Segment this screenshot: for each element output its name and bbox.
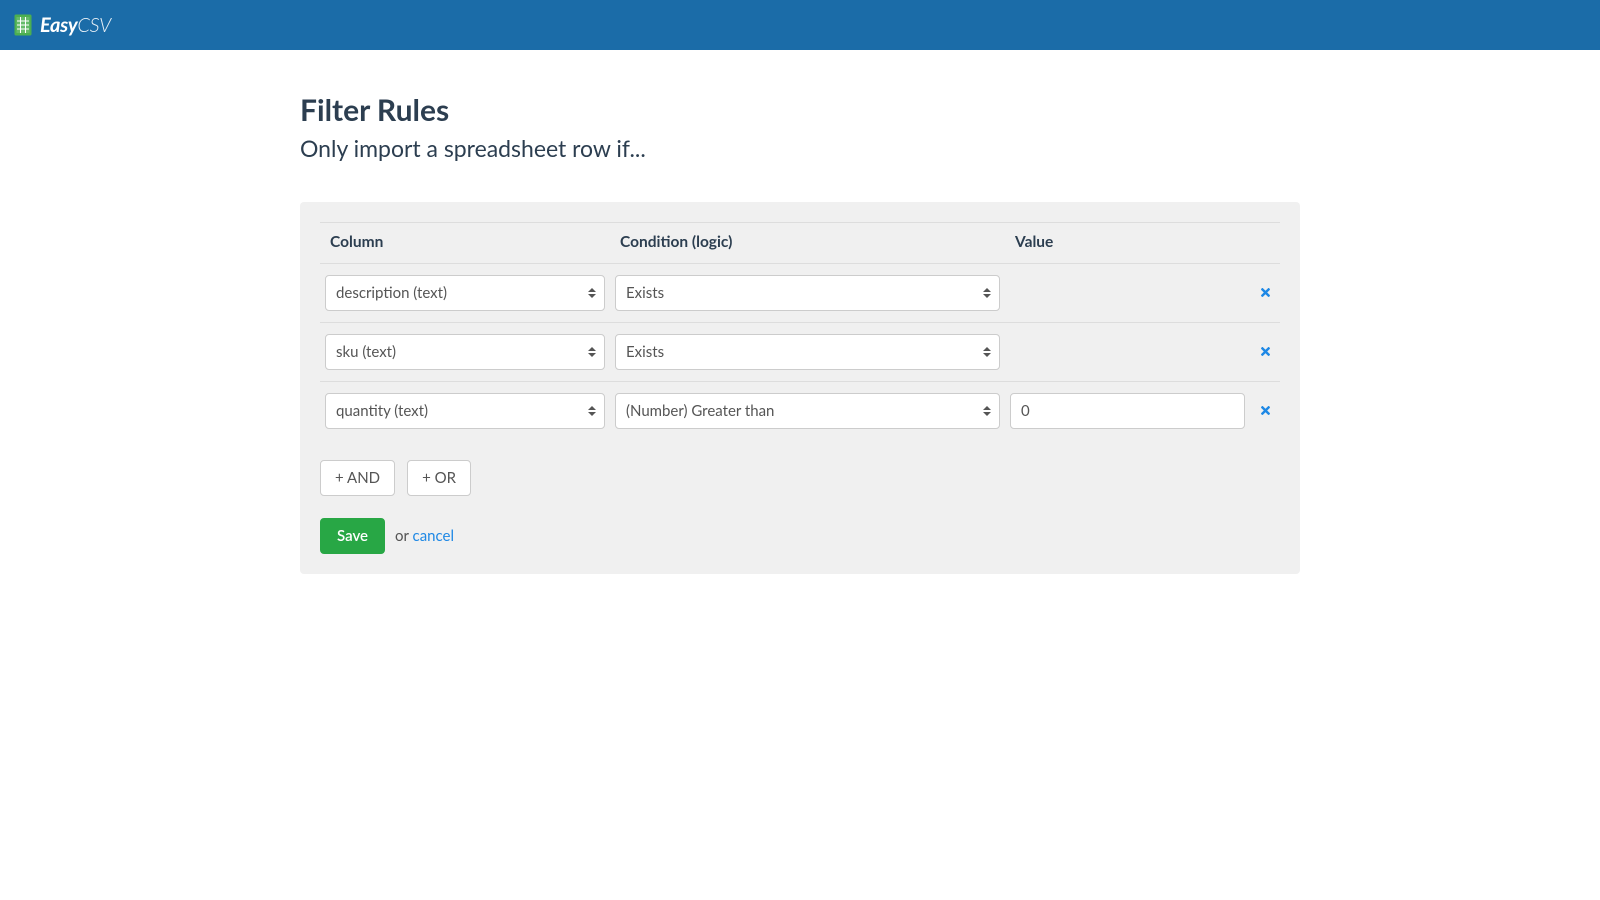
logo-text: EasyCSV xyxy=(40,13,111,37)
close-icon xyxy=(1259,404,1272,417)
column-header-condition: Condition (logic) xyxy=(610,223,1005,264)
chevron-updown-icon xyxy=(983,286,991,300)
or-cancel-text: or cancel xyxy=(395,527,454,545)
column-header-action xyxy=(1250,223,1280,264)
condition-select-value: Exists xyxy=(626,284,664,302)
logo[interactable]: EasyCSV xyxy=(14,13,111,37)
save-button[interactable]: Save xyxy=(320,518,385,554)
close-icon xyxy=(1259,345,1272,358)
delete-rule-button[interactable] xyxy=(1259,404,1272,417)
chevron-updown-icon xyxy=(588,404,596,418)
app-header: EasyCSV xyxy=(0,0,1600,50)
add-or-button[interactable]: + OR xyxy=(407,460,471,496)
column-select[interactable]: sku (text) xyxy=(325,334,605,370)
condition-select[interactable]: Exists xyxy=(615,275,1000,311)
condition-select[interactable]: Exists xyxy=(615,334,1000,370)
rule-row: quantity (text) (Number) Greater than xyxy=(320,382,1280,441)
column-select-value: sku (text) xyxy=(336,343,396,361)
form-actions: Save or cancel xyxy=(320,518,1280,554)
add-and-button[interactable]: + AND xyxy=(320,460,395,496)
rule-row: description (text) Exists xyxy=(320,264,1280,323)
chevron-updown-icon xyxy=(588,286,596,300)
condition-select-value: (Number) Greater than xyxy=(626,402,774,420)
column-select-value: quantity (text) xyxy=(336,402,428,420)
delete-rule-button[interactable] xyxy=(1259,345,1272,358)
cancel-link[interactable]: cancel xyxy=(413,527,454,545)
column-select[interactable]: description (text) xyxy=(325,275,605,311)
column-header-value: Value xyxy=(1005,223,1250,264)
main-content: Filter Rules Only import a spreadsheet r… xyxy=(300,50,1300,574)
chevron-updown-icon xyxy=(983,404,991,418)
page-title: Filter Rules xyxy=(300,92,1300,128)
close-icon xyxy=(1259,286,1272,299)
value-input[interactable] xyxy=(1010,393,1245,429)
chevron-updown-icon xyxy=(588,345,596,359)
rule-row: sku (text) Exists xyxy=(320,323,1280,382)
column-select[interactable]: quantity (text) xyxy=(325,393,605,429)
chevron-updown-icon xyxy=(983,345,991,359)
filter-rules-panel: Column Condition (logic) Value descripti… xyxy=(300,202,1300,574)
rules-table: Column Condition (logic) Value descripti… xyxy=(320,222,1280,440)
condition-select-value: Exists xyxy=(626,343,664,361)
logo-text-easy: Easy xyxy=(40,13,77,37)
page-subtitle: Only import a spreadsheet row if... xyxy=(300,134,1300,162)
condition-select[interactable]: (Number) Greater than xyxy=(615,393,1000,429)
column-header-column: Column xyxy=(320,223,610,264)
or-label: or xyxy=(395,527,409,545)
spreadsheet-icon xyxy=(14,14,32,36)
logo-text-csv: CSV xyxy=(77,13,111,37)
delete-rule-button[interactable] xyxy=(1259,286,1272,299)
column-select-value: description (text) xyxy=(336,284,447,302)
add-rule-buttons: + AND + OR xyxy=(320,460,1280,496)
